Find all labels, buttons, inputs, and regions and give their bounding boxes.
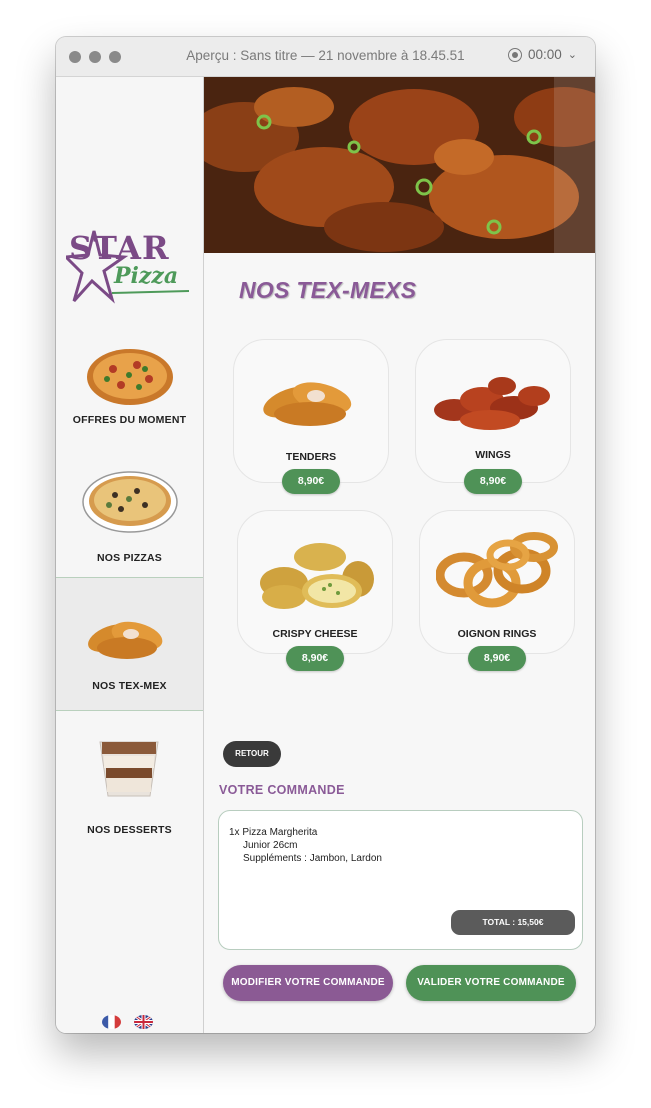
nav-label-tex-mex: NOS TEX-MEX: [92, 680, 167, 692]
product-name: OIGNON RINGS: [457, 628, 537, 640]
pizza-image: [87, 349, 173, 405]
main-content: NOS TEX-MEXS TENDERS 8,90€ WINGS 8,90€ C…: [204, 77, 595, 1033]
order-item-size: Junior 26cm: [243, 840, 298, 851]
section-title: NOS TEX-MEXS: [239, 277, 417, 303]
modify-order-button[interactable]: MODIFIER VOTRE COMMANDE: [223, 965, 393, 1001]
crispy-cheese-image: [260, 543, 374, 609]
star-pizza-logo[interactable]: STAR Pizza: [66, 227, 191, 307]
wings-image: [434, 377, 550, 430]
price-crispy-cheese-button[interactable]: 8,90€: [286, 646, 344, 671]
order-title: VOTRE COMMANDE: [219, 783, 345, 797]
timer-value: 00:00: [527, 47, 562, 62]
product-card-wings[interactable]: WINGS: [415, 339, 571, 483]
product-name: CRISPY CHEESE: [272, 628, 358, 640]
uk-flag-icon[interactable]: [134, 1015, 153, 1029]
nav-nos-desserts[interactable]: NOS DESSERTS: [56, 727, 203, 842]
record-icon: [507, 47, 522, 62]
hero-wings-image: [204, 77, 595, 253]
tenders-image: [263, 382, 352, 426]
nav-label-pizzas: NOS PIZZAS: [96, 552, 162, 564]
product-card-tenders[interactable]: TENDERS: [233, 339, 389, 483]
product-card-crispy-cheese[interactable]: CRISPY CHEESE: [237, 510, 393, 654]
price-wings-button[interactable]: 8,90€: [464, 469, 522, 494]
fr-flag-icon[interactable]: [102, 1015, 121, 1029]
sidebar: STAR Pizza OFFRES DU MOMENT NOS PIZZAS N…: [56, 77, 204, 1033]
nav-label-offres: OFFRES DU MOMENT: [72, 414, 187, 426]
product-card-oignon-rings[interactable]: OIGNON RINGS: [419, 510, 575, 654]
tenders-image: [88, 621, 163, 659]
logo-star-text: STAR: [69, 229, 170, 267]
validate-order-button[interactable]: VALIDER VOTRE COMMANDE: [406, 965, 576, 1001]
title-bar: Aperçu : Sans titre — 21 novembre à 18.4…: [56, 37, 595, 77]
nav-nos-tex-mex[interactable]: NOS TEX-MEX: [56, 577, 203, 711]
order-item: 1x Pizza Margherita: [229, 827, 318, 838]
product-name: TENDERS: [285, 451, 337, 463]
chevron-down-icon: ⌄: [567, 49, 577, 61]
total-badge: TOTAL : 15,50€: [451, 910, 575, 935]
language-switcher: [102, 1015, 153, 1029]
app-window: Aperçu : Sans titre — 21 novembre à 18.4…: [56, 37, 595, 1033]
pizza-plate-image: [82, 471, 178, 533]
product-name: WINGS: [475, 449, 511, 461]
logo-pizza-text: Pizza: [114, 263, 179, 289]
nav-label-desserts: NOS DESSERTS: [87, 824, 172, 836]
tiramisu-image: [99, 741, 159, 797]
nav-offres-du-moment[interactable]: OFFRES DU MOMENT: [56, 327, 203, 432]
back-button[interactable]: RETOUR: [223, 741, 281, 767]
order-item-extras: Suppléments : Jambon, Lardon: [243, 853, 382, 864]
price-oignon-rings-button[interactable]: 8,90€: [468, 646, 526, 671]
onion-rings-image: [436, 532, 558, 608]
price-tenders-button[interactable]: 8,90€: [282, 469, 340, 494]
nav-nos-pizzas[interactable]: NOS PIZZAS: [56, 457, 203, 570]
recording-timer[interactable]: 00:00 ⌄: [507, 47, 577, 62]
order-summary-box: 1x Pizza Margherita Junior 26cm Suppléme…: [218, 810, 583, 950]
